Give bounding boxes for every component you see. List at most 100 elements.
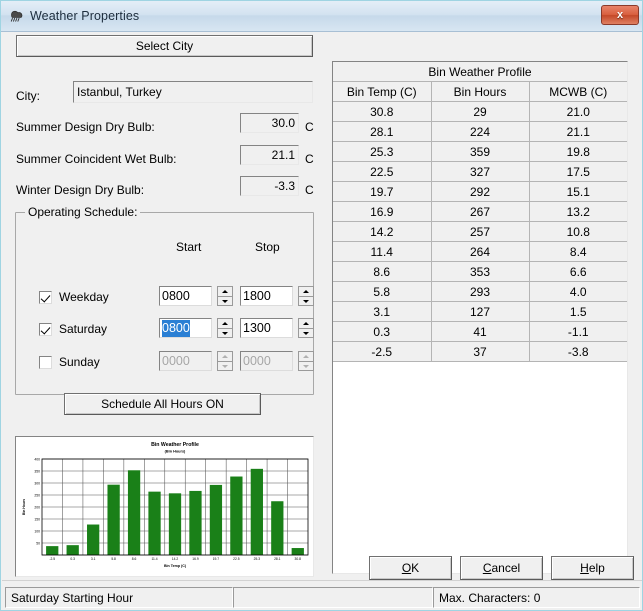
sunday-checkbox[interactable] bbox=[39, 355, 52, 369]
saturday-checkbox-row[interactable]: Saturday bbox=[39, 322, 107, 336]
table-cell[interactable]: -1.1 bbox=[529, 321, 627, 342]
city-input[interactable]: Istanbul, Turkey bbox=[73, 81, 313, 103]
summer-coincident-wet-bulb-value: 21.1 bbox=[240, 145, 299, 165]
table-cell[interactable]: 353 bbox=[431, 261, 530, 282]
chart-xtick-label: 22.5 bbox=[233, 557, 240, 561]
bin-weather-profile-grid[interactable]: Bin Weather Profile Bin Temp (C) Bin Hour… bbox=[332, 61, 628, 574]
table-cell[interactable]: 15.1 bbox=[529, 181, 627, 202]
table-head: Bin Weather Profile Bin Temp (C) Bin Hour… bbox=[333, 62, 627, 102]
saturday-start-down-button[interactable] bbox=[217, 328, 233, 338]
table-cell[interactable]: 0.3 bbox=[333, 321, 432, 342]
schedule-all-hours-on-button[interactable]: Schedule All Hours ON bbox=[64, 393, 261, 415]
table-cell[interactable]: 37 bbox=[431, 341, 530, 362]
table-cell[interactable]: -2.5 bbox=[333, 341, 432, 362]
table-cell[interactable]: 264 bbox=[431, 241, 530, 262]
table-cell[interactable]: 267 bbox=[431, 201, 530, 222]
table-cell[interactable]: 127 bbox=[431, 301, 530, 322]
saturday-stop-updown[interactable] bbox=[298, 318, 314, 338]
table-row[interactable]: 19.7 292 15.1 bbox=[333, 181, 627, 202]
table-cell[interactable]: 8.4 bbox=[529, 241, 627, 262]
weekday-checkbox[interactable] bbox=[39, 290, 52, 304]
table-row[interactable]: 30.8 29 21.0 bbox=[333, 101, 627, 122]
weekday-stop-down-button[interactable] bbox=[298, 296, 314, 306]
table-cell[interactable]: 3.1 bbox=[333, 301, 432, 322]
table-cell[interactable]: 41 bbox=[431, 321, 530, 342]
table-cell[interactable]: 4.0 bbox=[529, 281, 627, 302]
chart-subtitle: (Bin Hours) bbox=[165, 450, 186, 454]
ok-button[interactable]: OK bbox=[369, 556, 452, 580]
saturday-start-input[interactable]: 0800 bbox=[159, 318, 212, 338]
saturday-start-updown[interactable] bbox=[217, 318, 233, 338]
table-column-header-0[interactable]: Bin Temp (C) bbox=[333, 81, 432, 102]
table-cell[interactable]: 14.2 bbox=[333, 221, 432, 242]
weekday-start-down-button[interactable] bbox=[217, 296, 233, 306]
sunday-start-spinner: 0000 bbox=[159, 351, 233, 371]
table-cell[interactable]: 29 bbox=[431, 101, 530, 122]
weekday-checkbox-row[interactable]: Weekday bbox=[39, 290, 109, 304]
help-button[interactable]: Help bbox=[551, 556, 634, 580]
table-column-header-1[interactable]: Bin Hours bbox=[431, 81, 530, 102]
table-cell[interactable]: 10.8 bbox=[529, 221, 627, 242]
weekday-stop-spinner[interactable]: 1800 bbox=[240, 286, 314, 306]
table-cell[interactable]: 6.6 bbox=[529, 261, 627, 282]
table-cell[interactable]: 327 bbox=[431, 161, 530, 182]
table-row[interactable]: 8.6 353 6.6 bbox=[333, 261, 627, 282]
table-row[interactable]: 25.3 359 19.8 bbox=[333, 141, 627, 162]
cancel-button[interactable]: Cancel bbox=[460, 556, 543, 580]
table-cell[interactable]: 30.8 bbox=[333, 101, 432, 122]
weekday-start-spinner[interactable]: 0800 bbox=[159, 286, 233, 306]
weekday-stop-input[interactable]: 1800 bbox=[240, 286, 293, 306]
table-row[interactable]: 14.2 257 10.8 bbox=[333, 221, 627, 242]
table-row[interactable]: 11.4 264 8.4 bbox=[333, 241, 627, 262]
weekday-stop-up-button[interactable] bbox=[298, 286, 314, 296]
table-cell[interactable]: 359 bbox=[431, 141, 530, 162]
table-cell[interactable]: 8.6 bbox=[333, 261, 432, 282]
weekday-stop-updown[interactable] bbox=[298, 286, 314, 306]
table-cell[interactable]: 17.5 bbox=[529, 161, 627, 182]
titlebar[interactable]: Weather Properties x bbox=[1, 1, 642, 32]
chart-xtick-label: 28.1 bbox=[274, 557, 281, 561]
select-city-button[interactable]: Select City bbox=[16, 35, 313, 57]
table-cell[interactable]: -3.8 bbox=[529, 341, 627, 362]
table-column-header-2[interactable]: MCWB (C) bbox=[529, 81, 627, 102]
chart-xlabel: Bin Temp (C) bbox=[164, 564, 187, 568]
table-cell[interactable]: 21.1 bbox=[529, 121, 627, 142]
table-cell[interactable]: 1.5 bbox=[529, 301, 627, 322]
saturday-start-up-button[interactable] bbox=[217, 318, 233, 328]
table-row[interactable]: 22.5 327 17.5 bbox=[333, 161, 627, 182]
saturday-start-spinner[interactable]: 0800 bbox=[159, 318, 233, 338]
chart-xtick-label: 30.8 bbox=[295, 557, 302, 561]
cancel-button-label: Cancel bbox=[482, 561, 521, 575]
table-row[interactable]: -2.5 37 -3.8 bbox=[333, 341, 627, 362]
table-cell[interactable]: 16.9 bbox=[333, 201, 432, 222]
table-row[interactable]: 0.3 41 -1.1 bbox=[333, 321, 627, 342]
table-cell[interactable]: 28.1 bbox=[333, 121, 432, 142]
table-cell[interactable]: 11.4 bbox=[333, 241, 432, 262]
table-cell[interactable]: 292 bbox=[431, 181, 530, 202]
table-row[interactable]: 3.1 127 1.5 bbox=[333, 301, 627, 322]
table-row[interactable]: 5.8 293 4.0 bbox=[333, 281, 627, 302]
table-row[interactable]: 16.9 267 13.2 bbox=[333, 201, 627, 222]
table-cell[interactable]: 19.8 bbox=[529, 141, 627, 162]
saturday-stop-spinner[interactable]: 1300 bbox=[240, 318, 314, 338]
weekday-start-input[interactable]: 0800 bbox=[159, 286, 212, 306]
table-cell[interactable]: 5.8 bbox=[333, 281, 432, 302]
weekday-start-up-button[interactable] bbox=[217, 286, 233, 296]
table-cell[interactable]: 22.5 bbox=[333, 161, 432, 182]
table-cell[interactable]: 13.2 bbox=[529, 201, 627, 222]
saturday-stop-up-button[interactable] bbox=[298, 318, 314, 328]
saturday-stop-down-button[interactable] bbox=[298, 328, 314, 338]
table-cell[interactable]: 257 bbox=[431, 221, 530, 242]
table-row[interactable]: 28.1 224 21.1 bbox=[333, 121, 627, 142]
saturday-checkbox[interactable] bbox=[39, 322, 52, 336]
weekday-start-updown[interactable] bbox=[217, 286, 233, 306]
sunday-checkbox-row[interactable]: Sunday bbox=[39, 355, 100, 369]
chart-bar bbox=[168, 493, 182, 555]
table-cell[interactable]: 224 bbox=[431, 121, 530, 142]
table-cell[interactable]: 293 bbox=[431, 281, 530, 302]
saturday-stop-input[interactable]: 1300 bbox=[240, 318, 293, 338]
table-cell[interactable]: 25.3 bbox=[333, 141, 432, 162]
table-cell[interactable]: 19.7 bbox=[333, 181, 432, 202]
close-button[interactable]: x bbox=[601, 5, 639, 25]
table-cell[interactable]: 21.0 bbox=[529, 101, 627, 122]
